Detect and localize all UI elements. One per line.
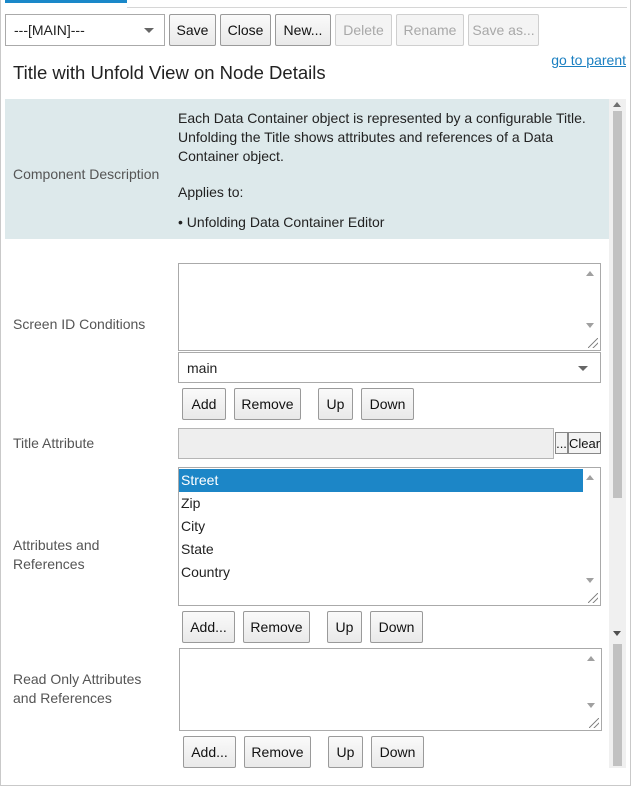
scroll-up-icon[interactable] xyxy=(613,102,621,107)
description-body: Each Data Container object is represente… xyxy=(178,110,586,164)
delete-button[interactable]: Delete xyxy=(335,14,392,46)
scroll-up-icon[interactable] xyxy=(586,475,594,480)
description-text: Each Data Container object is represente… xyxy=(178,109,598,232)
applies-to-item: • Unfolding Data Container Editor xyxy=(178,214,385,230)
scrollbar-thumb[interactable] xyxy=(613,111,622,498)
config-select[interactable]: ---[MAIN]--- xyxy=(5,14,165,46)
attributes-label: Attributes and References xyxy=(13,537,100,572)
readonly-up-button[interactable]: Up xyxy=(328,736,363,768)
list-item[interactable]: Zip xyxy=(179,492,583,515)
scroll-down-icon[interactable] xyxy=(587,703,595,708)
scroll-up-icon[interactable] xyxy=(587,656,595,661)
resize-handle-icon[interactable] xyxy=(588,593,598,603)
screen-id-remove-button[interactable]: Remove xyxy=(234,388,301,420)
title-attribute-label: Title Attribute xyxy=(13,435,95,451)
save-as-button[interactable]: Save as... xyxy=(468,14,539,46)
readonly-textarea[interactable] xyxy=(179,648,602,731)
list-item[interactable]: State xyxy=(179,538,583,561)
scroll-down-icon[interactable] xyxy=(613,631,621,636)
close-button[interactable]: Close xyxy=(220,14,271,46)
title-attribute-clear-button[interactable]: Clear xyxy=(568,432,601,454)
scrollbar-thumb[interactable] xyxy=(613,644,622,766)
screen-id-label: Screen ID Conditions xyxy=(13,316,146,332)
save-button[interactable]: Save xyxy=(169,14,216,46)
new-button[interactable]: New... xyxy=(275,14,331,46)
resize-handle-icon[interactable] xyxy=(589,718,599,728)
scroll-down-icon[interactable] xyxy=(586,323,594,328)
screen-id-select-value: main xyxy=(187,359,218,376)
screen-id-up-button[interactable]: Up xyxy=(318,388,353,420)
attributes-up-button[interactable]: Up xyxy=(327,611,362,643)
list-item[interactable]: Country xyxy=(179,561,583,584)
screen-id-down-button[interactable]: Down xyxy=(361,388,414,420)
config-select-value: ---[MAIN]--- xyxy=(14,22,85,38)
readonly-down-button[interactable]: Down xyxy=(371,736,424,768)
readonly-remove-button[interactable]: Remove xyxy=(244,736,311,768)
go-to-parent-link[interactable]: go to parent xyxy=(551,52,626,68)
screen-id-textarea[interactable] xyxy=(178,263,601,351)
component-description-label: Component Description xyxy=(13,166,160,182)
list-item[interactable]: Street xyxy=(179,469,583,492)
chevron-down-icon xyxy=(144,28,154,33)
scroll-down-icon[interactable] xyxy=(586,578,594,583)
chevron-down-icon xyxy=(578,365,588,371)
attributes-add-button[interactable]: Add... xyxy=(182,611,235,643)
page-title: Title with Unfold View on Node Details xyxy=(13,62,326,83)
title-attribute-input xyxy=(178,428,554,459)
title-attribute-browse-button[interactable]: ... xyxy=(555,432,568,454)
readonly-add-button[interactable]: Add... xyxy=(183,736,236,768)
attributes-remove-button[interactable]: Remove xyxy=(243,611,310,643)
resize-handle-icon[interactable] xyxy=(588,338,598,348)
screen-id-add-button[interactable]: Add xyxy=(182,388,226,420)
readonly-label: Read Only Attributes and References xyxy=(13,671,142,706)
attributes-list[interactable]: Street Zip City State Country xyxy=(178,467,601,606)
tab-divider xyxy=(127,7,627,8)
applies-to-label: Applies to: xyxy=(178,184,244,200)
rename-button[interactable]: Rename xyxy=(396,14,464,46)
screen-id-select[interactable]: main xyxy=(178,352,601,383)
list-item[interactable]: City xyxy=(179,515,583,538)
scroll-up-icon[interactable] xyxy=(586,271,594,276)
active-tab-indicator xyxy=(5,0,127,3)
main-scrollbar[interactable] xyxy=(609,99,626,768)
attributes-down-button[interactable]: Down xyxy=(370,611,423,643)
